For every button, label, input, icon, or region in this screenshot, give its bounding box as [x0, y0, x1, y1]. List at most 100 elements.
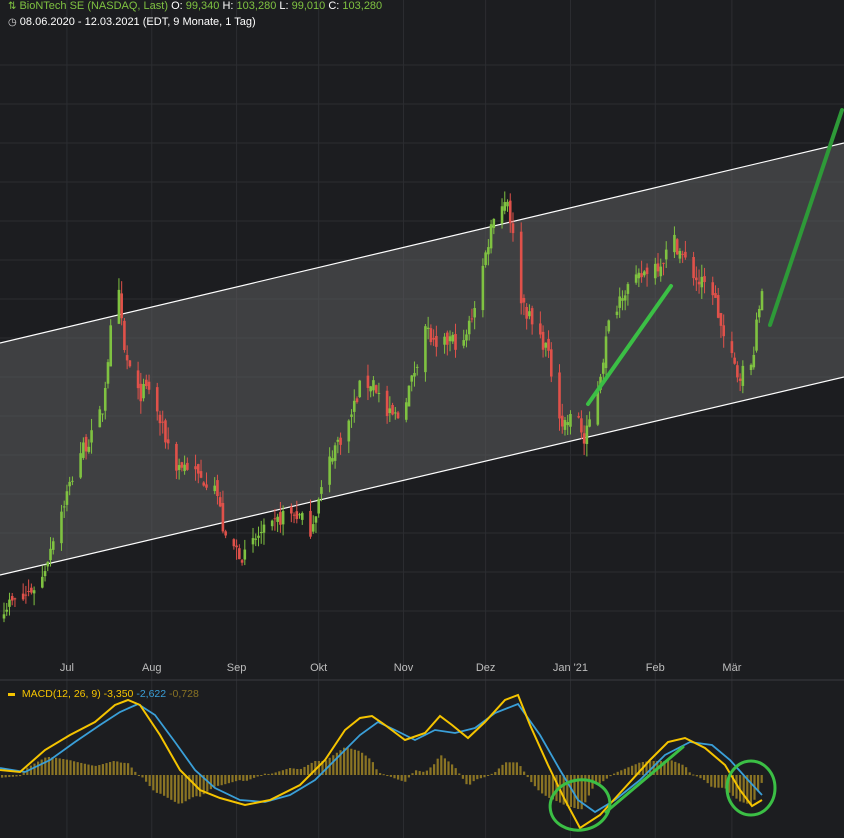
histogram-bar	[224, 775, 227, 785]
candle	[5, 603, 9, 616]
histogram-bar	[548, 775, 551, 798]
candle-body	[186, 462, 189, 470]
candle-body	[300, 513, 304, 520]
candle	[109, 319, 113, 367]
histogram-bar	[69, 760, 72, 775]
histogram-bar	[483, 775, 486, 778]
candle-body	[352, 400, 356, 412]
candle-body	[432, 337, 435, 340]
histogram-bar	[353, 749, 356, 775]
candle-body	[120, 293, 123, 319]
candle-body	[46, 561, 50, 567]
histogram-bar	[289, 768, 292, 775]
histogram-bar	[670, 760, 673, 775]
candle-body	[396, 412, 400, 419]
histogram-bar	[458, 773, 461, 775]
candle-body	[109, 325, 113, 367]
candle-body	[43, 571, 47, 577]
histogram-bar	[245, 775, 248, 781]
candle-body	[311, 524, 315, 532]
candle-body	[443, 336, 446, 345]
histogram-bar	[505, 762, 508, 775]
candle-body	[202, 482, 206, 486]
histogram-bar	[609, 775, 612, 777]
histogram-bar	[37, 761, 40, 775]
histogram-bar	[440, 755, 443, 775]
histogram-bar	[623, 768, 626, 775]
candle-body	[429, 328, 433, 343]
candle-body	[500, 206, 504, 224]
candle-body	[30, 587, 33, 593]
candle-body	[626, 284, 630, 294]
histogram-bar	[296, 769, 299, 775]
annotation-trend-line	[604, 745, 685, 814]
candle	[317, 497, 320, 518]
close-label: C:	[328, 0, 340, 12]
candle-body	[41, 576, 44, 588]
candle-body	[741, 365, 745, 386]
histogram-bar	[242, 775, 245, 781]
histogram-bar	[4, 775, 7, 778]
candle	[24, 585, 28, 604]
candle-body	[235, 545, 238, 548]
candle-body	[158, 414, 162, 424]
candle-body	[643, 271, 646, 276]
histogram-bar	[148, 775, 151, 787]
candle-body	[615, 311, 619, 316]
candle-body	[407, 385, 411, 407]
candle-body	[604, 336, 608, 369]
candle	[2, 602, 6, 623]
histogram-bar	[274, 772, 277, 775]
histogram-bar	[101, 764, 104, 775]
candle	[675, 238, 679, 256]
candle-body	[350, 414, 353, 417]
histogram-bar	[742, 775, 745, 803]
histogram-bar	[181, 775, 184, 804]
candle-body	[32, 590, 36, 594]
histogram-bar	[523, 771, 526, 775]
candle-body	[558, 372, 561, 419]
x-axis-ticks: Jul Aug Sep Okt Nov Dez Jan '21 Feb Mär	[60, 662, 742, 674]
candle	[43, 564, 47, 582]
histogram-bar	[454, 768, 457, 775]
candle-body	[2, 614, 6, 619]
histogram-bar	[130, 767, 133, 775]
candle-body	[347, 420, 351, 442]
candle-body	[446, 332, 449, 345]
candle-body	[331, 458, 334, 462]
histogram-bar	[541, 775, 544, 794]
histogram-bar	[105, 763, 108, 775]
x-tick-label: Jan '21	[553, 662, 588, 674]
candle	[298, 512, 301, 519]
candle-body	[716, 295, 720, 318]
high-value: 103,280	[236, 0, 277, 12]
histogram-bar	[616, 771, 619, 775]
low-label: L:	[279, 0, 289, 12]
candle	[506, 199, 509, 212]
candle-body	[415, 366, 419, 368]
candle-body	[358, 380, 362, 398]
histogram-bar	[685, 767, 688, 775]
candle	[46, 561, 50, 572]
range-info: ◷ 08.06.2020 - 12.03.2021 (EDT, 9 Monate…	[8, 16, 256, 28]
candle-body	[279, 512, 282, 525]
candle-body	[320, 487, 323, 494]
histogram-bar	[271, 773, 274, 775]
candle	[760, 288, 764, 311]
histogram-bar	[393, 775, 396, 779]
candle-body	[563, 420, 567, 430]
candle-body	[103, 388, 107, 411]
candle-body	[544, 342, 548, 348]
candle	[281, 505, 285, 536]
histogram-bar	[94, 765, 97, 775]
histogram-bar	[695, 775, 698, 777]
histogram-bar	[526, 775, 529, 778]
candle	[117, 278, 121, 325]
histogram-bar	[87, 764, 90, 775]
histogram-bar	[379, 773, 382, 775]
histogram-bar	[249, 775, 252, 780]
candle-body	[607, 320, 611, 332]
histogram-bar	[152, 775, 155, 791]
candle-body	[177, 465, 181, 470]
histogram-bar	[267, 773, 270, 775]
